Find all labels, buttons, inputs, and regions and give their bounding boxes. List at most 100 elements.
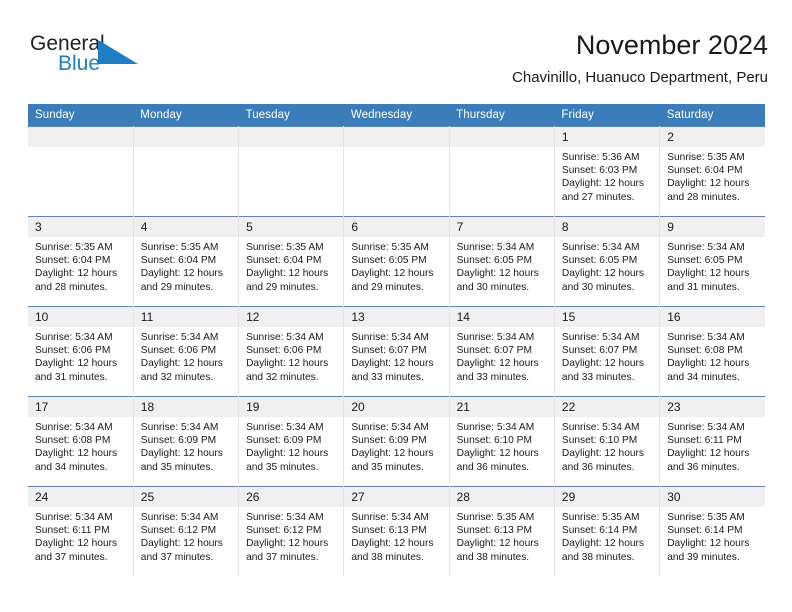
sunrise-text: Sunrise: 5:34 AM [561, 332, 640, 343]
brand-triangle-icon [98, 40, 138, 64]
day-details: Sunrise: 5:34 AM Sunset: 6:10 PM Daylight:… [555, 417, 659, 474]
daylight-text-line2: and 29 minutes. [351, 281, 424, 293]
calendar-day-cell[interactable]: 21 Sunrise: 5:34 AM Sunset: 6:10 PM Dayligh… [449, 396, 555, 487]
day-details: Sunrise: 5:34 AM Sunset: 6:05 PM Daylight:… [660, 237, 765, 294]
calendar-day-cell[interactable]: 19 Sunrise: 5:34 AM Sunset: 6:09 PM Dayligh… [238, 396, 345, 487]
calendar-day-cell[interactable]: 8 Sunrise: 5:34 AM Sunset: 6:05 PM Daylight… [554, 216, 661, 307]
calendar-day-cell[interactable]: 12 Sunrise: 5:34 AM Sunset: 6:06 PM Dayligh… [238, 306, 345, 397]
sunrise-text: Sunrise: 5:34 AM [35, 422, 113, 433]
calendar-day-cell[interactable]: 11 Sunrise: 5:34 AM Sunset: 6:06 PM Dayligh… [133, 306, 240, 397]
sunset-text: Sunset: 6:07 PM [351, 345, 427, 357]
day-number: 26 [239, 487, 344, 507]
calendar-day-cell[interactable]: 18 Sunrise: 5:34 AM Sunset: 6:09 PM Dayligh… [133, 396, 240, 487]
day-number: 28 [449, 487, 554, 507]
calendar-day-cell[interactable]: 20 Sunrise: 5:34 AM Sunset: 6:09 PM Dayligh… [343, 396, 450, 487]
day-number [239, 127, 344, 147]
calendar-day-cell[interactable]: 5 Sunrise: 5:35 AM Sunset: 6:04 PM Daylight… [238, 216, 345, 307]
page-subtitle: Chavinillo, Huanuco Department, Peru [512, 69, 768, 86]
sunrise-text: Sunrise: 5:34 AM [667, 332, 745, 343]
daylight-text-line2: and 31 minutes. [667, 281, 740, 293]
daylight-text-line1: Daylight: 12 hours [456, 448, 539, 460]
calendar-day-cell[interactable]: 14 Sunrise: 5:34 AM Sunset: 6:07 PM Dayligh… [449, 306, 555, 397]
day-number: 2 [660, 127, 765, 147]
sunset-text: Sunset: 6:04 PM [35, 255, 111, 267]
day-number: 5 [239, 217, 344, 237]
weekday-header-friday: Friday [554, 104, 660, 127]
sunrise-text: Sunrise: 5:35 AM [246, 242, 324, 253]
calendar-week-row: 3 Sunrise: 5:35 AM Sunset: 6:04 PM Daylight… [28, 216, 765, 307]
calendar-day-cell[interactable]: 16 Sunrise: 5:34 AM Sunset: 6:08 PM Dayligh… [659, 306, 765, 397]
sunset-text: Sunset: 6:08 PM [35, 435, 111, 447]
day-number [133, 127, 239, 147]
day-details: Sunrise: 5:34 AM Sunset: 6:11 PM Daylight:… [660, 417, 765, 474]
sunrise-text: Sunrise: 5:34 AM [140, 332, 219, 343]
day-number: 16 [660, 307, 765, 327]
calendar-day-cell[interactable]: 2 Sunrise: 5:35 AM Sunset: 6:04 PM Daylight… [659, 126, 765, 217]
daylight-text-line2: and 37 minutes. [246, 551, 319, 563]
calendar-day-cell[interactable]: 10 Sunrise: 5:34 AM Sunset: 6:06 PM Dayligh… [28, 306, 134, 397]
daylight-text-line2: and 38 minutes. [351, 551, 424, 563]
day-number: 24 [28, 487, 133, 507]
daylight-text-line1: Daylight: 12 hours [456, 358, 539, 370]
calendar-week-row: 17 Sunrise: 5:34 AM Sunset: 6:08 PM Dayligh… [28, 396, 765, 487]
calendar-day-cell[interactable]: 9 Sunrise: 5:34 AM Sunset: 6:05 PM Daylight… [659, 216, 765, 307]
brand-name-blue: Blue [58, 52, 101, 75]
sunset-text: Sunset: 6:03 PM [561, 165, 638, 177]
calendar-day-cell-empty [238, 126, 345, 217]
calendar-day-cell[interactable]: 1 Sunrise: 5:36 AM Sunset: 6:03 PM Daylight… [554, 126, 661, 217]
daylight-text-line2: and 28 minutes. [35, 281, 108, 293]
day-details: Sunrise: 5:35 AM Sunset: 6:13 PM Daylight:… [450, 507, 554, 564]
daylight-text-line1: Daylight: 12 hours [35, 358, 118, 370]
sunset-text: Sunset: 6:11 PM [35, 525, 110, 537]
daylight-text-line1: Daylight: 12 hours [35, 448, 118, 460]
daylight-text-line2: and 33 minutes. [456, 371, 530, 383]
day-details: Sunrise: 5:34 AM Sunset: 6:12 PM Daylight:… [134, 507, 238, 564]
daylight-text-line1: Daylight: 12 hours [351, 538, 434, 550]
calendar-day-cell[interactable]: 25 Sunrise: 5:34 AM Sunset: 6:12 PM Dayligh… [133, 486, 240, 576]
day-number: 15 [554, 307, 660, 327]
sunrise-text: Sunrise: 5:34 AM [456, 242, 535, 253]
sunrise-text: Sunrise: 5:34 AM [351, 422, 429, 433]
calendar-day-cell[interactable]: 27 Sunrise: 5:34 AM Sunset: 6:13 PM Dayligh… [343, 486, 450, 576]
day-number: 17 [28, 397, 133, 417]
sunset-text: Sunset: 6:09 PM [140, 435, 217, 447]
daylight-text-line2: and 36 minutes. [561, 461, 635, 473]
day-details: Sunrise: 5:34 AM Sunset: 6:10 PM Daylight:… [450, 417, 554, 474]
daylight-text-line1: Daylight: 12 hours [246, 538, 329, 550]
calendar-day-cell[interactable]: 15 Sunrise: 5:34 AM Sunset: 6:07 PM Dayligh… [554, 306, 661, 397]
day-number: 30 [660, 487, 765, 507]
daylight-text-line2: and 37 minutes. [140, 551, 214, 563]
day-number: 3 [28, 217, 133, 237]
sunset-text: Sunset: 6:06 PM [246, 345, 322, 357]
daylight-text-line1: Daylight: 12 hours [246, 448, 329, 460]
sunset-text: Sunset: 6:04 PM [140, 255, 217, 267]
calendar-week-row: 10 Sunrise: 5:34 AM Sunset: 6:06 PM Dayligh… [28, 306, 765, 397]
calendar-day-cell[interactable]: 28 Sunrise: 5:35 AM Sunset: 6:13 PM Dayligh… [449, 486, 555, 576]
daylight-text-line1: Daylight: 12 hours [35, 268, 118, 280]
day-details: Sunrise: 5:34 AM Sunset: 6:06 PM Daylight:… [28, 327, 133, 384]
day-number: 20 [344, 397, 449, 417]
daylight-text-line2: and 35 minutes. [140, 461, 214, 473]
day-details: Sunrise: 5:35 AM Sunset: 6:04 PM Daylight:… [239, 237, 343, 294]
sunset-text: Sunset: 6:11 PM [667, 435, 742, 447]
calendar-day-cell[interactable]: 3 Sunrise: 5:35 AM Sunset: 6:04 PM Daylight… [28, 216, 134, 307]
calendar-day-cell[interactable]: 17 Sunrise: 5:34 AM Sunset: 6:08 PM Dayligh… [28, 396, 134, 487]
calendar-day-cell[interactable]: 4 Sunrise: 5:35 AM Sunset: 6:04 PM Daylight… [133, 216, 240, 307]
calendar-day-cell[interactable]: 26 Sunrise: 5:34 AM Sunset: 6:12 PM Dayligh… [238, 486, 345, 576]
calendar-day-cell[interactable]: 22 Sunrise: 5:34 AM Sunset: 6:10 PM Dayligh… [554, 396, 661, 487]
brand-logo[interactable]: General Blue [28, 32, 228, 90]
day-number [449, 127, 554, 147]
day-number: 29 [554, 487, 660, 507]
calendar-day-cell[interactable]: 30 Sunrise: 5:35 AM Sunset: 6:14 PM Dayligh… [659, 486, 765, 576]
sunset-text: Sunset: 6:05 PM [351, 255, 427, 267]
calendar-day-cell[interactable]: 6 Sunrise: 5:35 AM Sunset: 6:05 PM Daylight… [343, 216, 450, 307]
calendar-day-cell[interactable]: 7 Sunrise: 5:34 AM Sunset: 6:05 PM Daylight… [449, 216, 555, 307]
day-details: Sunrise: 5:35 AM Sunset: 6:04 PM Daylight:… [28, 237, 133, 294]
calendar-day-cell[interactable]: 23 Sunrise: 5:34 AM Sunset: 6:11 PM Dayligh… [659, 396, 765, 487]
calendar-day-cell[interactable]: 29 Sunrise: 5:35 AM Sunset: 6:14 PM Dayligh… [554, 486, 661, 576]
calendar-day-cell[interactable]: 24 Sunrise: 5:34 AM Sunset: 6:11 PM Dayligh… [28, 486, 134, 576]
day-details: Sunrise: 5:35 AM Sunset: 6:14 PM Daylight:… [660, 507, 765, 564]
daylight-text-line1: Daylight: 12 hours [351, 448, 434, 460]
calendar-day-cell[interactable]: 13 Sunrise: 5:34 AM Sunset: 6:07 PM Dayligh… [343, 306, 450, 397]
daylight-text-line1: Daylight: 12 hours [140, 448, 223, 460]
